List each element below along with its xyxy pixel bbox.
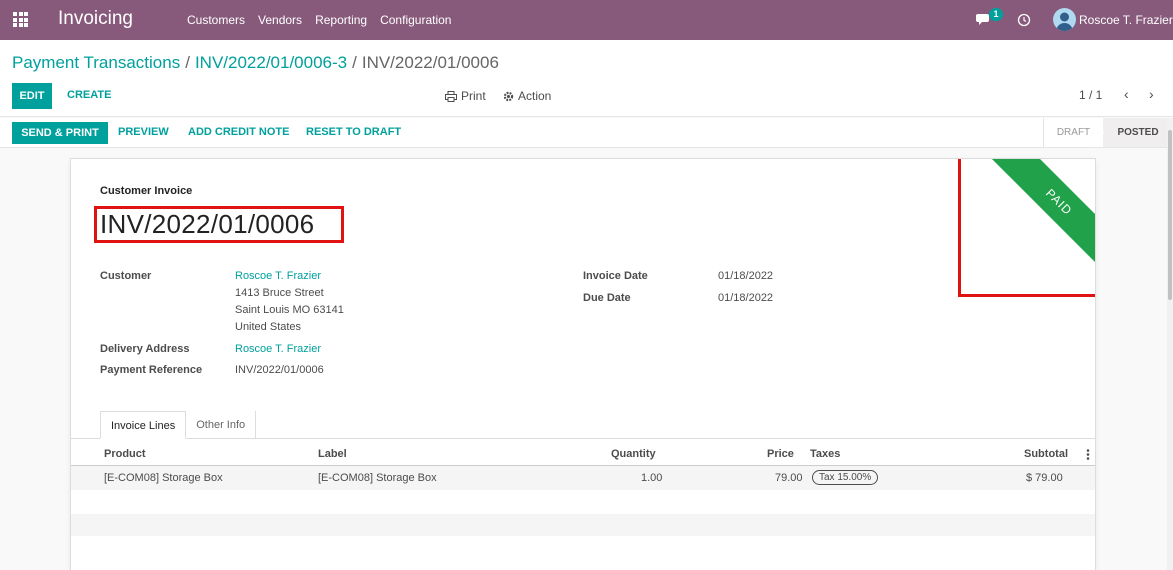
menu-item-vendors[interactable]: Vendors: [258, 13, 302, 27]
due-date-label: Due Date: [583, 292, 631, 304]
menu-item-customers[interactable]: Customers: [187, 13, 245, 27]
column-header-subtotal[interactable]: Subtotal: [1024, 448, 1068, 460]
main-menu: Customers Vendors Reporting Configuratio…: [187, 13, 464, 27]
highlight-box-paid-ribbon: [958, 159, 1095, 297]
print-icon: [445, 90, 457, 102]
top-navbar: Invoicing Customers Vendors Reporting Co…: [0, 0, 1173, 40]
due-date-value: 01/18/2022: [718, 292, 774, 304]
reset-to-draft-button[interactable]: RESET TO DRAFT: [306, 126, 401, 138]
activity-clock-icon[interactable]: [1017, 13, 1031, 27]
highlight-box-invoice-number: [94, 206, 344, 243]
action-button[interactable]: Action: [503, 89, 551, 103]
table-row[interactable]: [71, 466, 1095, 490]
customer-label: Customer: [100, 270, 152, 282]
table-empty-row: [71, 514, 1095, 536]
chat-badge: 1: [989, 8, 1003, 21]
column-header-label[interactable]: Label: [318, 448, 347, 460]
delivery-address-link[interactable]: Roscoe T. Frazier: [235, 343, 321, 355]
invoice-date-value: 01/18/2022: [718, 270, 774, 282]
tax-badge: Tax 15.00%: [812, 470, 879, 485]
invoice-sheet: Customer Invoice INV/2022/01/0006 PAID C…: [70, 158, 1096, 570]
pager-value[interactable]: 1 / 1: [1079, 88, 1102, 102]
status-bar: SEND & PRINT PREVIEW ADD CREDIT NOTE RES…: [0, 118, 1173, 148]
add-credit-note-button[interactable]: ADD CREDIT NOTE: [188, 126, 289, 138]
chevron-left-icon[interactable]: ‹: [1124, 86, 1129, 102]
breadcrumb-separator: /: [352, 53, 357, 72]
create-button[interactable]: CREATE: [67, 89, 111, 101]
document-type: Customer Invoice: [100, 185, 193, 197]
user-name[interactable]: Roscoe T. Frazier: [1079, 13, 1173, 27]
avatar[interactable]: [1053, 8, 1076, 31]
stage-posted[interactable]: POSTED: [1103, 118, 1173, 147]
column-header-product[interactable]: Product: [104, 448, 146, 460]
cell-quantity: 1.00: [641, 472, 663, 484]
app-name[interactable]: Invoicing: [58, 8, 133, 30]
apps-grid-icon[interactable]: [13, 12, 28, 27]
column-header-taxes[interactable]: Taxes: [810, 448, 840, 460]
delivery-address-label: Delivery Address: [100, 343, 190, 355]
column-header-quantity[interactable]: Quantity: [611, 448, 656, 460]
chevron-right-icon[interactable]: ›: [1149, 86, 1154, 102]
action-label: Action: [518, 89, 552, 103]
address-line-3: United States: [235, 321, 302, 333]
breadcrumb-current: INV/2022/01/0006: [361, 53, 499, 72]
cell-label: [E-COM08] Storage Box: [318, 472, 437, 484]
column-header-price[interactable]: Price: [767, 448, 794, 460]
invoice-date-label: Invoice Date: [583, 270, 648, 282]
gear-icon: [503, 91, 514, 101]
stage-draft[interactable]: DRAFT: [1043, 118, 1103, 147]
address-line-2: Saint Louis MO 63141: [235, 304, 344, 316]
send-print-button[interactable]: SEND & PRINT: [12, 122, 108, 144]
edit-button[interactable]: EDIT: [12, 83, 52, 109]
cell-subtotal: $ 79.00: [1026, 472, 1063, 484]
stage-arrow: [1095, 118, 1104, 148]
optional-columns-icon[interactable]: [1086, 449, 1090, 460]
address-line-1: 1413 Bruce Street: [235, 287, 324, 299]
payment-reference-value: INV/2022/01/0006: [235, 364, 324, 376]
payment-reference-label: Payment Reference: [100, 364, 203, 376]
preview-button[interactable]: PREVIEW: [118, 126, 169, 138]
customer-name-link[interactable]: Roscoe T. Frazier: [235, 270, 321, 282]
tab-other-info[interactable]: Other Info: [186, 411, 257, 439]
scrollbar-thumb[interactable]: [1168, 130, 1172, 300]
breadcrumb-separator: /: [185, 53, 190, 72]
notebook-tabs: Invoice Lines Other Info: [100, 411, 257, 439]
print-label: Print: [461, 89, 486, 103]
cell-product: [E-COM08] Storage Box: [104, 472, 223, 484]
breadcrumb-middle[interactable]: INV/2022/01/0006-3: [195, 53, 347, 72]
menu-item-reporting[interactable]: Reporting: [315, 13, 367, 27]
cell-price: 79.00: [775, 472, 803, 484]
breadcrumb: Payment Transactions / INV/2022/01/0006-3 /…: [12, 53, 499, 73]
breadcrumb-root[interactable]: Payment Transactions: [12, 53, 180, 72]
tab-invoice-lines[interactable]: Invoice Lines: [100, 411, 187, 439]
menu-item-configuration[interactable]: Configuration: [380, 13, 451, 27]
print-button[interactable]: Print: [445, 89, 486, 103]
control-panel: Payment Transactions / INV/2022/01/0006-3 /…: [0, 40, 1173, 117]
